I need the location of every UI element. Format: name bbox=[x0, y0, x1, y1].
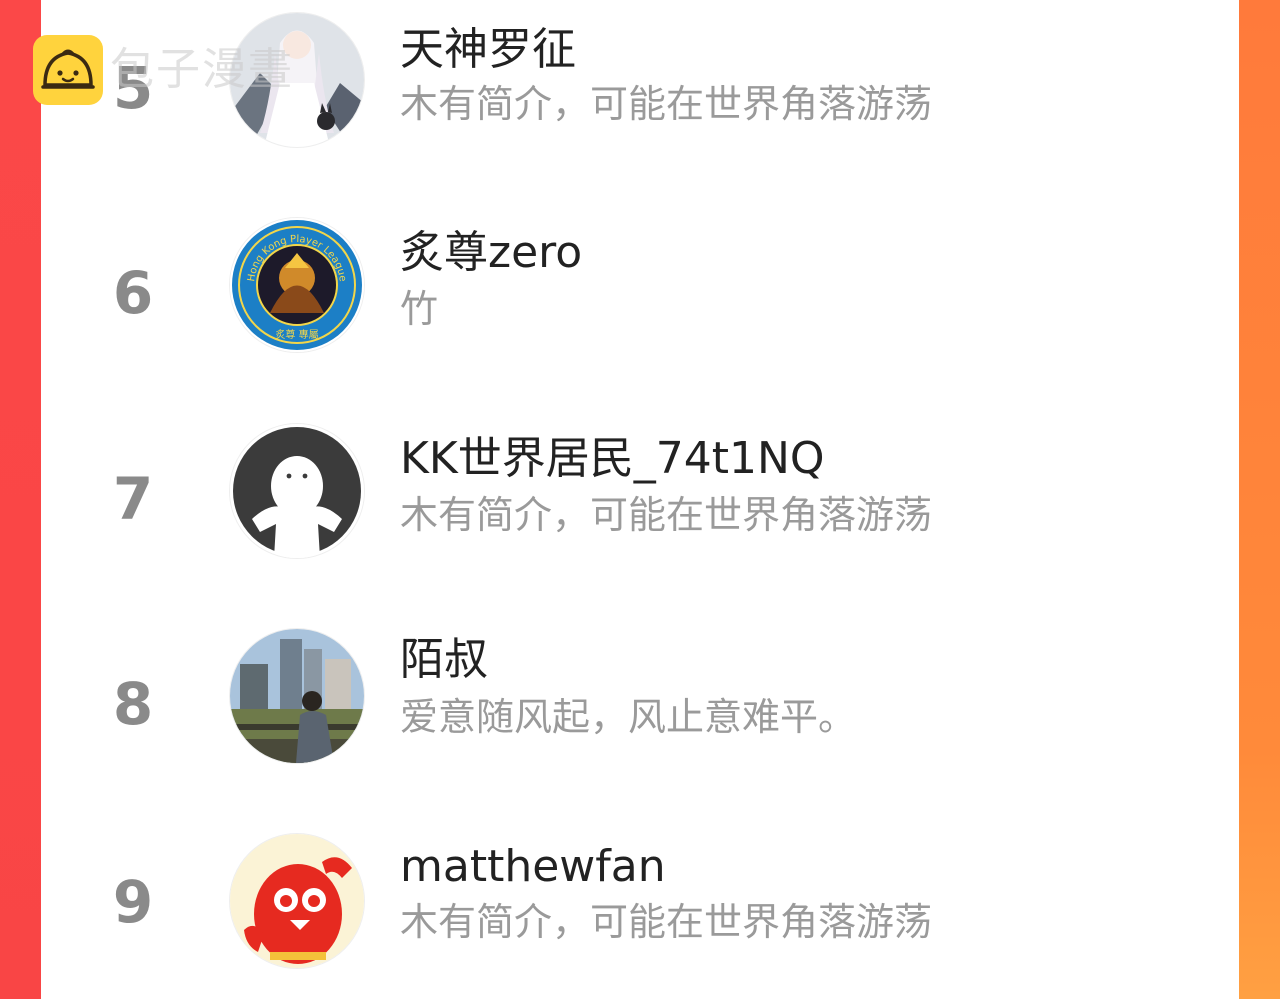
user-bio: 木有简介，可能在世界角落游荡 bbox=[400, 82, 933, 126]
list-item[interactable]: 7 KK世界居民_74t1NQ 木有简介，可能在世界角落游荡 bbox=[41, 423, 1239, 563]
avatar[interactable] bbox=[229, 833, 365, 969]
right-gradient-border bbox=[1239, 0, 1280, 999]
user-bio: 木有简介，可能在世界角落游荡 bbox=[400, 900, 933, 944]
list-item[interactable]: 9 matthewfan 木有简介，可能在世界角落游荡 bbox=[41, 833, 1239, 973]
avatar[interactable] bbox=[229, 628, 365, 764]
left-gradient-border bbox=[0, 0, 41, 999]
badge-bottom-text: 炙尊 專屬 bbox=[275, 328, 318, 341]
user-bio: 竹 bbox=[400, 287, 439, 331]
user-bio: 木有简介，可能在世界角落游荡 bbox=[400, 493, 933, 537]
city-photo-icon bbox=[230, 629, 364, 763]
watermark-logo bbox=[33, 35, 103, 105]
user-bio: 爱意随风起，风止意难平。 bbox=[400, 695, 857, 739]
username[interactable]: KK世界居民_74t1NQ bbox=[400, 437, 825, 481]
list-item[interactable]: 6 Hong Kong Player League 炙尊 專屬 炙尊zero 竹 bbox=[41, 217, 1239, 357]
default-user-icon bbox=[230, 424, 364, 558]
rank-number: 8 bbox=[112, 670, 154, 738]
league-badge-avatar-icon: Hong Kong Player League 炙尊 專屬 bbox=[230, 218, 364, 352]
avatar[interactable] bbox=[229, 423, 365, 559]
list-item[interactable]: 8 陌叔 爱意随风起，风止意难平。 bbox=[41, 628, 1239, 768]
rank-number: 7 bbox=[112, 465, 154, 533]
rank-number: 9 bbox=[112, 868, 154, 936]
username[interactable]: 天神罗征 bbox=[400, 28, 576, 72]
red-mascot-icon bbox=[230, 834, 364, 968]
bun-icon bbox=[41, 49, 95, 89]
avatar[interactable]: Hong Kong Player League 炙尊 專屬 bbox=[229, 217, 365, 353]
ranking-list: 5 天神罗征 木有简介，可能在世界角落游荡 6 Hong Kong Player… bbox=[41, 0, 1239, 999]
watermark-text: 包子漫畫 bbox=[110, 44, 294, 95]
username[interactable]: matthewfan bbox=[400, 845, 666, 889]
username[interactable]: 陌叔 bbox=[400, 638, 488, 682]
rank-number: 6 bbox=[112, 259, 154, 327]
username[interactable]: 炙尊zero bbox=[400, 231, 582, 275]
